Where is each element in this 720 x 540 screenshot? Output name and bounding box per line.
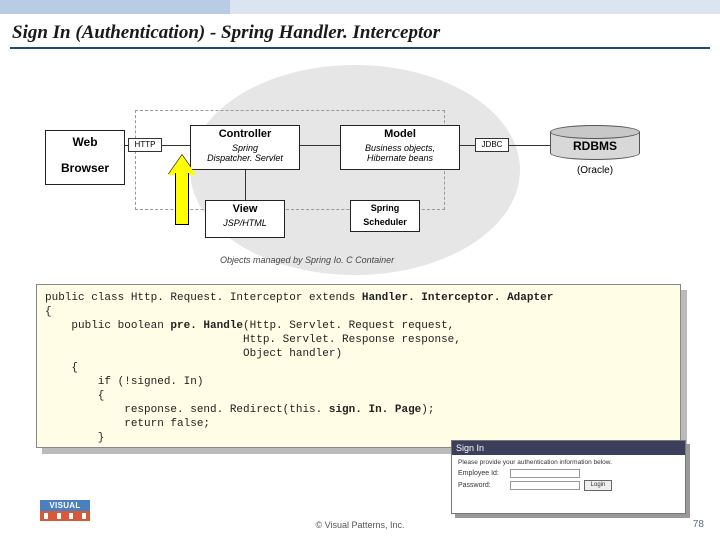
model-box: Model Business objects, Hibernate beans — [340, 125, 460, 170]
title-underline — [10, 47, 710, 49]
signin-title: Sign In — [452, 441, 685, 455]
web-label: Web — [46, 131, 124, 151]
rdbms-label: RDBMS — [550, 139, 640, 153]
login-button[interactable]: Login — [584, 480, 612, 491]
code-l2: { — [45, 306, 52, 318]
architecture-diagram: Web Browser HTTP Controller Spring Dispa… — [30, 60, 670, 280]
header-bar — [0, 0, 720, 14]
scheduler-box: Spring Scheduler — [350, 200, 420, 232]
controller-header: Controller — [191, 126, 299, 142]
scheduler-sub: Scheduler — [351, 215, 419, 229]
page-title: Sign In (Authentication) - Spring Handle… — [12, 22, 440, 44]
view-sub: JSP/HTML — [206, 217, 284, 230]
code-l8: { — [45, 390, 104, 402]
password-input[interactable] — [510, 481, 580, 490]
connector-line — [300, 145, 340, 146]
model-header: Model — [341, 126, 459, 142]
code-l11: } — [45, 432, 104, 444]
controller-box: Controller Spring Dispatcher. Servlet — [190, 125, 300, 170]
code-l9b: sign. In. Page — [329, 404, 421, 416]
code-l6: { — [45, 362, 78, 374]
rdbms-cylinder: RDBMS (Oracle) — [550, 125, 640, 180]
code-l5: Object handler) — [45, 348, 342, 360]
signin-panel: Sign In Please provide your authenticati… — [451, 440, 686, 514]
view-header: View — [206, 201, 284, 217]
browser-label: Browser — [46, 151, 124, 175]
code-l1b: Handler. Interceptor. Adapter — [362, 292, 553, 304]
scheduler-header: Spring — [351, 201, 419, 215]
cylinder-top — [550, 125, 640, 139]
model-sub: Business objects, Hibernate beans — [341, 142, 459, 165]
jdbc-label: JDBC — [475, 138, 509, 152]
employee-id-input[interactable] — [510, 469, 580, 478]
header-seg-right — [230, 0, 720, 14]
code-block: public class Http. Request. Interceptor … — [36, 284, 681, 448]
password-label: Password: — [458, 482, 506, 489]
controller-sub: Spring Dispatcher. Servlet — [191, 142, 299, 165]
code-l3c: (Http. Servlet. Request request, — [243, 320, 454, 332]
view-box: View JSP/HTML — [205, 200, 285, 238]
web-browser-box: Web Browser — [45, 130, 125, 185]
code-l7: if (!signed. In) — [45, 376, 203, 388]
copyright: © Visual Patterns, Inc. — [0, 520, 720, 530]
code-l1: public class Http. Request. Interceptor … — [45, 292, 362, 304]
rdbms-sub: (Oracle) — [550, 165, 640, 176]
http-label: HTTP — [128, 138, 162, 152]
code-l3b: pre. Handle — [170, 320, 243, 332]
code-l9: response. send. Redirect(this. — [45, 404, 329, 416]
code-l3: public boolean — [45, 320, 170, 332]
code-l4: Http. Servlet. Response response, — [45, 334, 461, 346]
code-l10: return false; — [45, 418, 210, 430]
highlight-arrow — [170, 155, 194, 225]
logo-top: VISUAL — [40, 500, 90, 511]
connector-line — [245, 170, 246, 200]
employee-id-label: Employee Id: — [458, 470, 506, 477]
code-l9c: ); — [421, 404, 434, 416]
diagram-caption: Objects managed by Spring Io. C Containe… — [220, 255, 394, 265]
header-seg-left — [0, 0, 230, 14]
signin-prompt: Please provide your authentication infor… — [458, 459, 679, 466]
page-number: 78 — [693, 519, 704, 530]
